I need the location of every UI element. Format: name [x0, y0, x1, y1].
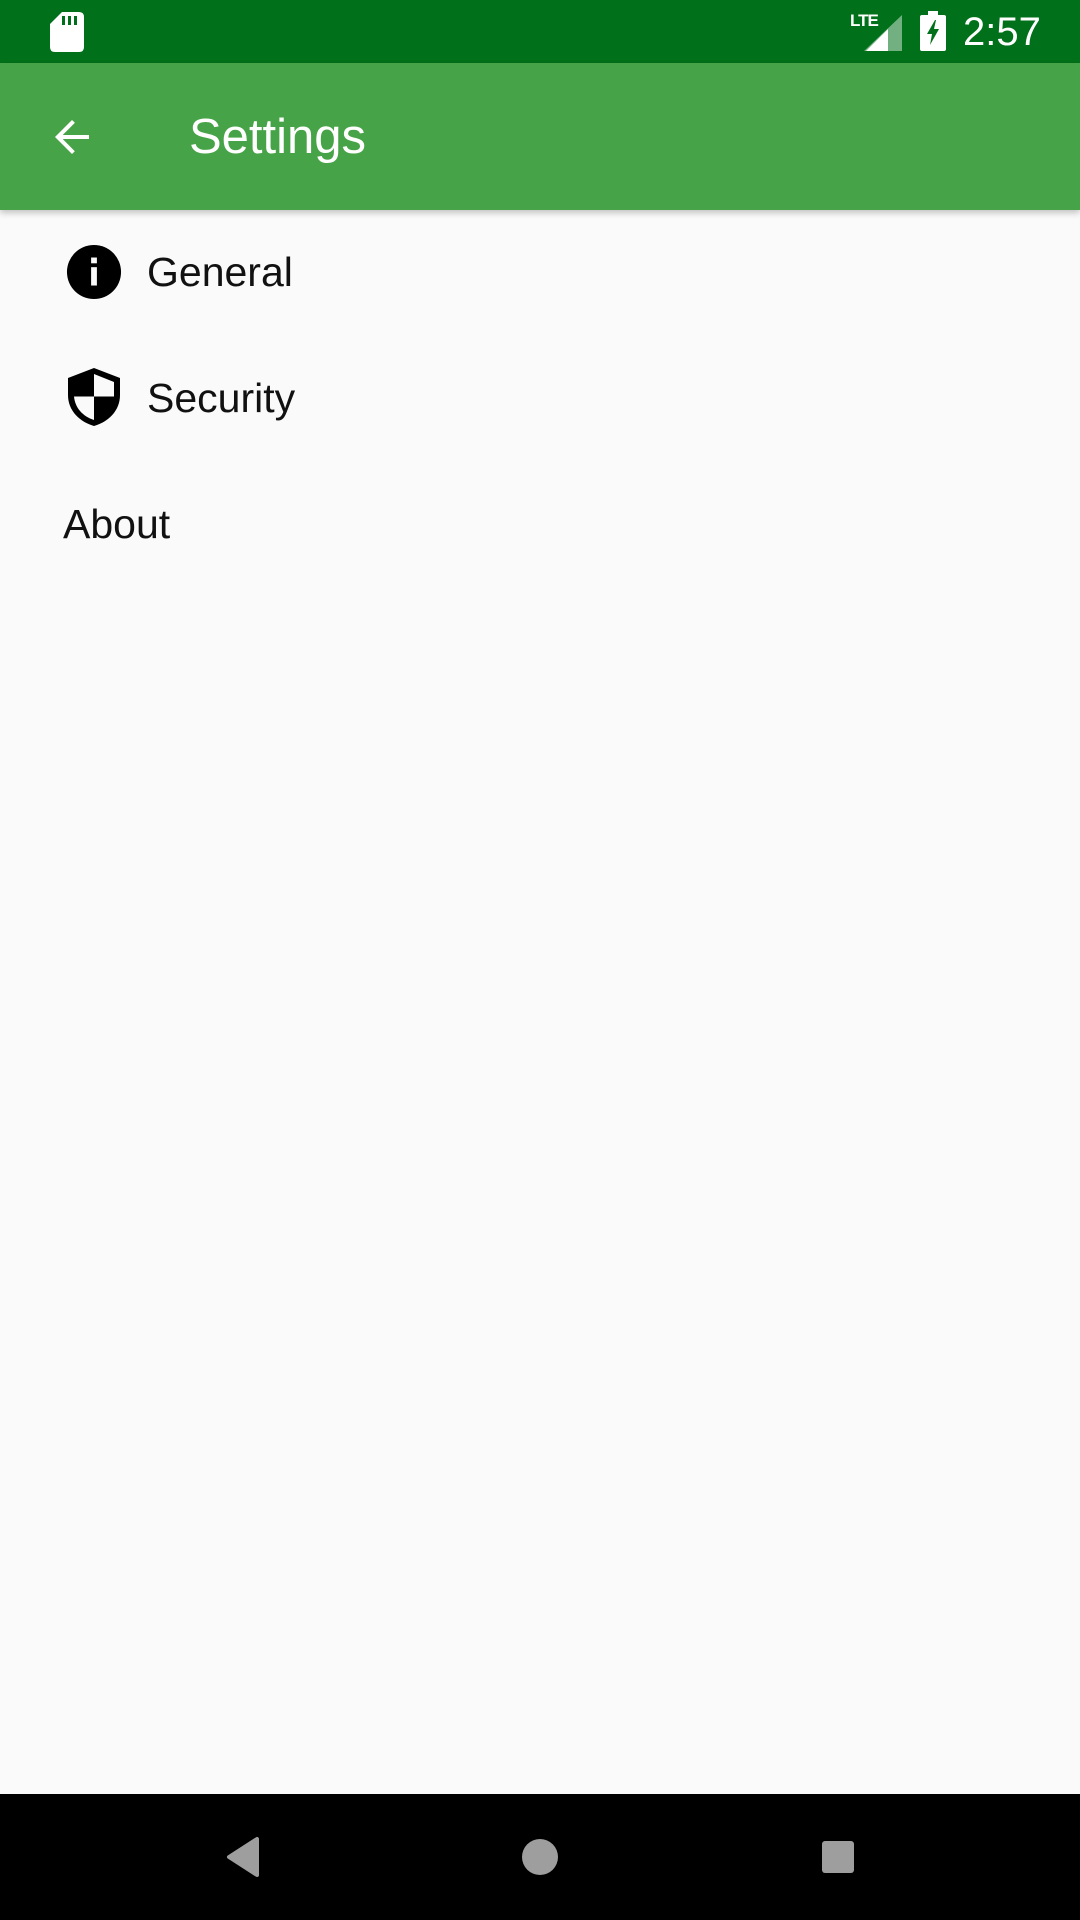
battery-charging-icon — [920, 11, 946, 51]
recents-square-icon — [822, 1841, 854, 1873]
page-title: Settings — [189, 110, 367, 164]
settings-item-label: General — [147, 249, 293, 295]
nav-back-button[interactable] — [210, 1824, 276, 1890]
settings-item-label: About — [63, 501, 171, 547]
back-triangle-icon — [227, 1837, 259, 1877]
status-time: 2:57 — [963, 10, 1041, 54]
status-bar: LTE 2:57 — [0, 0, 1080, 63]
nav-recents-button[interactable] — [805, 1824, 871, 1890]
app-bar: Settings — [0, 63, 1080, 210]
settings-item-label: Security — [147, 375, 296, 421]
settings-screen: LTE 2:57 Settings General Security About — [0, 0, 1080, 1920]
back-button[interactable] — [36, 100, 110, 174]
info-icon — [66, 244, 122, 300]
settings-item-general[interactable]: General — [0, 210, 1080, 336]
sd-card-icon — [50, 12, 84, 52]
navigation-bar — [0, 1794, 1080, 1920]
settings-item-about[interactable]: About — [0, 462, 1080, 588]
home-circle-icon — [522, 1839, 558, 1875]
lte-signal-icon: LTE — [850, 11, 902, 51]
shield-icon — [68, 368, 120, 426]
arrow-back-icon — [55, 120, 89, 154]
nav-home-button[interactable] — [507, 1824, 573, 1890]
settings-item-security[interactable]: Security — [0, 336, 1080, 462]
settings-list: General Security About — [0, 210, 1080, 588]
